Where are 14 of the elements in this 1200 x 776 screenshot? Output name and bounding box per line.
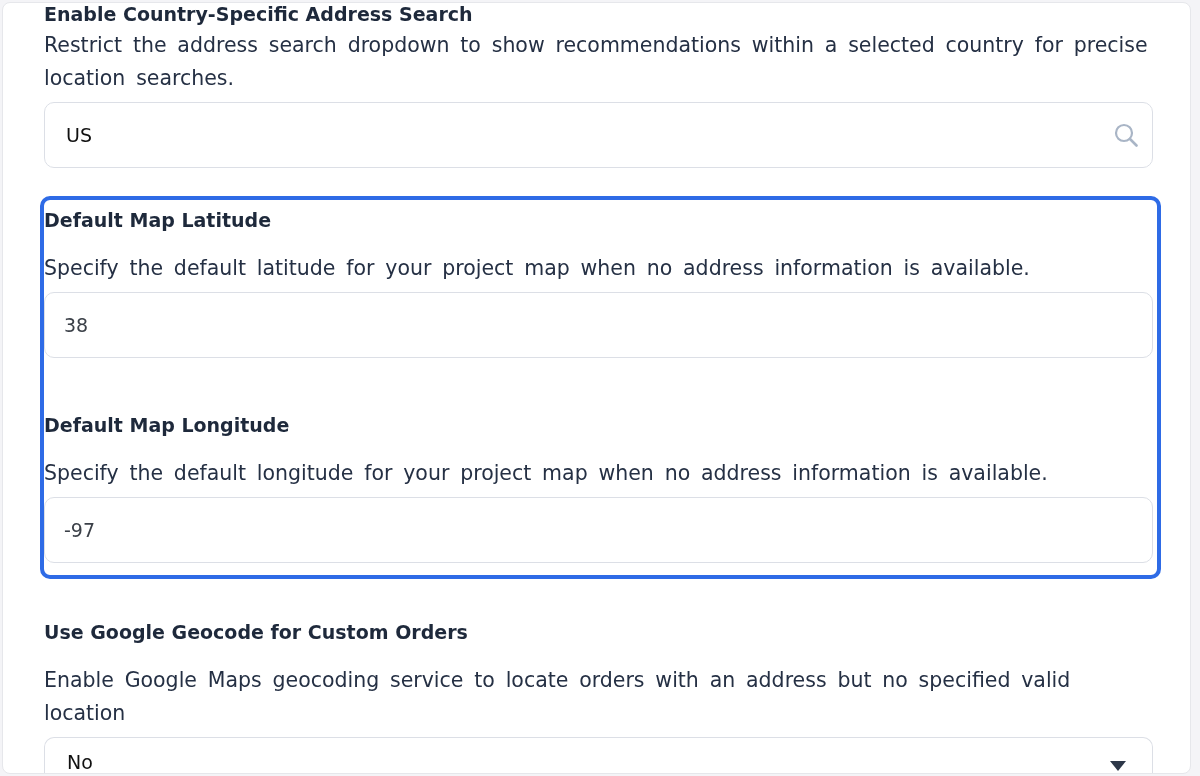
field-description: Enable Google Maps geocoding service to locate orders with an address but no specified valid location xyxy=(44,666,1072,727)
caret-icon xyxy=(1110,761,1126,771)
text-field[interactable]: 38 xyxy=(44,292,1153,358)
field-label: Enable Country-Specific Address Search xyxy=(44,3,473,25)
field-label: Use Google Geocode for Custom Orders xyxy=(44,620,468,645)
field-label: Default Map Longitude xyxy=(44,413,290,438)
field-description: Specify the default longitude for your project map when no address information is available. xyxy=(44,459,1049,487)
search-field[interactable]: US xyxy=(44,102,1153,168)
field-label: Default Map Latitude xyxy=(44,208,272,233)
field-description: Restrict the address search dropdown to show recommendations within a selected country for precise location searches. xyxy=(44,31,1149,92)
field-description: Specify the default latitude for your project map when no address information is available. xyxy=(44,254,1031,282)
text-field[interactable]: -97 xyxy=(44,497,1153,563)
search-icon xyxy=(1114,123,1138,147)
dropdown[interactable]: No xyxy=(44,737,1153,773)
